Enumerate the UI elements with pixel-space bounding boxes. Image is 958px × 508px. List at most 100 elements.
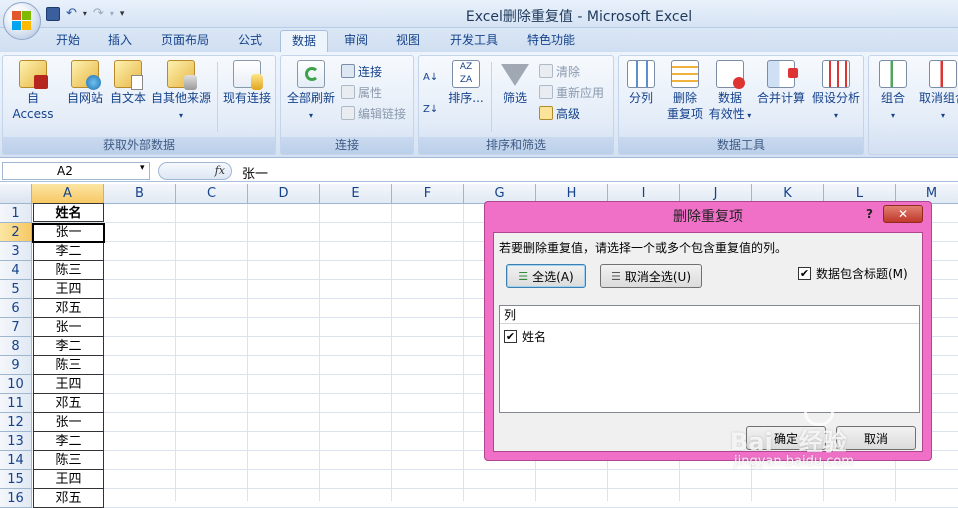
text-file-icon <box>114 60 143 90</box>
row-header-5[interactable]: 5 <box>0 280 32 299</box>
cell-a13[interactable]: 李二 <box>33 432 104 451</box>
from-text-button[interactable]: 自文本 <box>107 60 149 106</box>
row-header-4[interactable]: 4 <box>0 261 32 280</box>
tab-data[interactable]: 数据 <box>280 30 328 52</box>
row-header-2[interactable]: 2 <box>0 223 32 242</box>
tab-insert[interactable]: 插入 <box>98 30 142 52</box>
header-cell-a1[interactable]: 姓名 <box>33 203 104 222</box>
text-to-columns-button[interactable]: 分列 <box>621 60 661 106</box>
consolidate-icon <box>767 60 798 88</box>
row-header-7[interactable]: 7 <box>0 318 32 337</box>
cell-a10[interactable]: 王四 <box>33 375 104 394</box>
column-header-f[interactable]: F <box>392 184 464 204</box>
row-header-3[interactable]: 3 <box>0 242 32 261</box>
cell-a12[interactable]: 张一 <box>33 413 104 432</box>
column-header-a[interactable]: A <box>32 184 104 204</box>
office-logo-icon <box>12 11 32 31</box>
existing-connections-button[interactable]: 现有连接 <box>219 60 275 106</box>
advanced-button[interactable]: 高级 <box>539 104 580 122</box>
sort-descending-button[interactable]: Z↓ <box>423 100 438 118</box>
cancel-button[interactable]: 取消 <box>836 426 916 450</box>
properties-button[interactable]: 属性 <box>341 83 382 101</box>
row-header-12[interactable]: 12 <box>0 413 32 432</box>
name-box[interactable]: A2 <box>2 162 150 180</box>
ribbon-tabs: 开始 插入 页面布局 公式 数据 审阅 视图 开发工具 特色功能 <box>0 28 958 52</box>
select-all-corner[interactable] <box>0 184 32 204</box>
tab-review[interactable]: 审阅 <box>334 30 378 52</box>
connections-button[interactable]: 连接 <box>341 62 382 80</box>
tab-formulas[interactable]: 公式 <box>228 30 272 52</box>
remove-duplicates-button[interactable]: 删除 重复项 <box>663 60 707 122</box>
row-header-8[interactable]: 8 <box>0 337 32 356</box>
data-validation-button[interactable]: 数据 有效性 ▾ <box>707 60 753 124</box>
clear-button[interactable]: 清除 <box>539 62 580 80</box>
advanced-label: 高级 <box>556 106 581 121</box>
cell-a5[interactable]: 王四 <box>33 280 104 299</box>
consolidate-label: 合并计算 <box>756 91 805 105</box>
column-header-e[interactable]: E <box>320 184 392 204</box>
cell-a6[interactable]: 邓五 <box>33 299 104 318</box>
from-web-button[interactable]: 自网站 <box>63 60 107 106</box>
cell-a7[interactable]: 张一 <box>33 318 104 337</box>
has-headers-checkbox[interactable]: ✔ 数据包含标题(M) <box>798 265 908 282</box>
ok-label: 确定 <box>773 431 798 446</box>
row-header-9[interactable]: 9 <box>0 356 32 375</box>
column-item[interactable]: ✔ 姓名 <box>500 326 919 346</box>
edit-links-button[interactable]: 编辑链接 <box>341 104 406 122</box>
group-button[interactable]: 组合 ▾ <box>873 60 913 124</box>
what-if-icon <box>822 60 850 88</box>
cell-a11[interactable]: 邓五 <box>33 394 104 413</box>
tab-special[interactable]: 特色功能 <box>516 30 586 52</box>
row-header-10[interactable]: 10 <box>0 375 32 394</box>
refresh-all-button[interactable]: 全部刷新 ▾ <box>283 60 339 124</box>
text-to-columns-label: 分列 <box>628 91 653 105</box>
row-header-1[interactable]: 1 <box>0 204 32 223</box>
cell-a3[interactable]: 李二 <box>33 242 104 261</box>
active-cell-outline <box>32 223 105 243</box>
cell-a14[interactable]: 陈三 <box>33 451 104 470</box>
row-header-11[interactable]: 11 <box>0 394 32 413</box>
sort-button[interactable]: AZ ZA 排序... <box>445 60 487 106</box>
row-header-6[interactable]: 6 <box>0 299 32 318</box>
row-header-16[interactable]: 16 <box>0 489 32 508</box>
help-button[interactable]: ? <box>866 207 873 221</box>
formula-input[interactable]: 张一 <box>242 163 268 182</box>
insert-function-button[interactable]: fx <box>158 162 232 180</box>
row-header-13[interactable]: 13 <box>0 432 32 451</box>
close-button[interactable]: ✕ <box>883 205 923 223</box>
columns-listbox[interactable]: 列 ✔ 姓名 <box>499 305 920 413</box>
tab-developer[interactable]: 开发工具 <box>440 30 508 52</box>
filter-button[interactable]: 筛选 <box>493 60 537 106</box>
consolidate-button[interactable]: 合并计算 <box>755 60 807 106</box>
column-header-c[interactable]: C <box>176 184 248 204</box>
cell-a9[interactable]: 陈三 <box>33 356 104 375</box>
tab-view[interactable]: 视图 <box>386 30 430 52</box>
what-if-analysis-button[interactable]: 假设分析 ▾ <box>809 60 863 124</box>
cell-a16[interactable]: 邓五 <box>33 489 104 508</box>
name-box-dropdown-icon[interactable]: ▾ <box>140 163 145 173</box>
from-access-label: 自 Access <box>12 91 54 121</box>
unselect-all-button[interactable]: ☰ 取消全选(U) <box>600 264 702 288</box>
edit-links-icon <box>341 106 355 120</box>
cell-a8[interactable]: 李二 <box>33 337 104 356</box>
dropdown-arrow-icon: ▾ <box>178 111 183 120</box>
tab-page-layout[interactable]: 页面布局 <box>150 30 220 52</box>
row-header-15[interactable]: 15 <box>0 470 32 489</box>
gridline <box>391 204 392 501</box>
ungroup-button[interactable]: 取消组合 ▾ <box>915 60 958 124</box>
column-header-b[interactable]: B <box>104 184 176 204</box>
column-header-d[interactable]: D <box>248 184 320 204</box>
from-access-button[interactable]: 自 Access <box>5 60 61 122</box>
tab-home[interactable]: 开始 <box>46 30 90 52</box>
from-other-sources-button[interactable]: 自其他来源 ▾ <box>149 60 213 124</box>
row-header-14[interactable]: 14 <box>0 451 32 470</box>
select-all-button[interactable]: ☰ 全选(A) <box>506 264 586 288</box>
office-button[interactable] <box>3 2 41 40</box>
cell-a15[interactable]: 王四 <box>33 470 104 489</box>
cell-a4[interactable]: 陈三 <box>33 261 104 280</box>
ok-button[interactable]: 确定 <box>746 426 826 450</box>
access-icon <box>19 60 48 89</box>
reapply-button[interactable]: 重新应用 <box>539 83 604 101</box>
sort-ascending-button[interactable]: A↓ <box>423 68 438 86</box>
gridline <box>463 204 464 501</box>
